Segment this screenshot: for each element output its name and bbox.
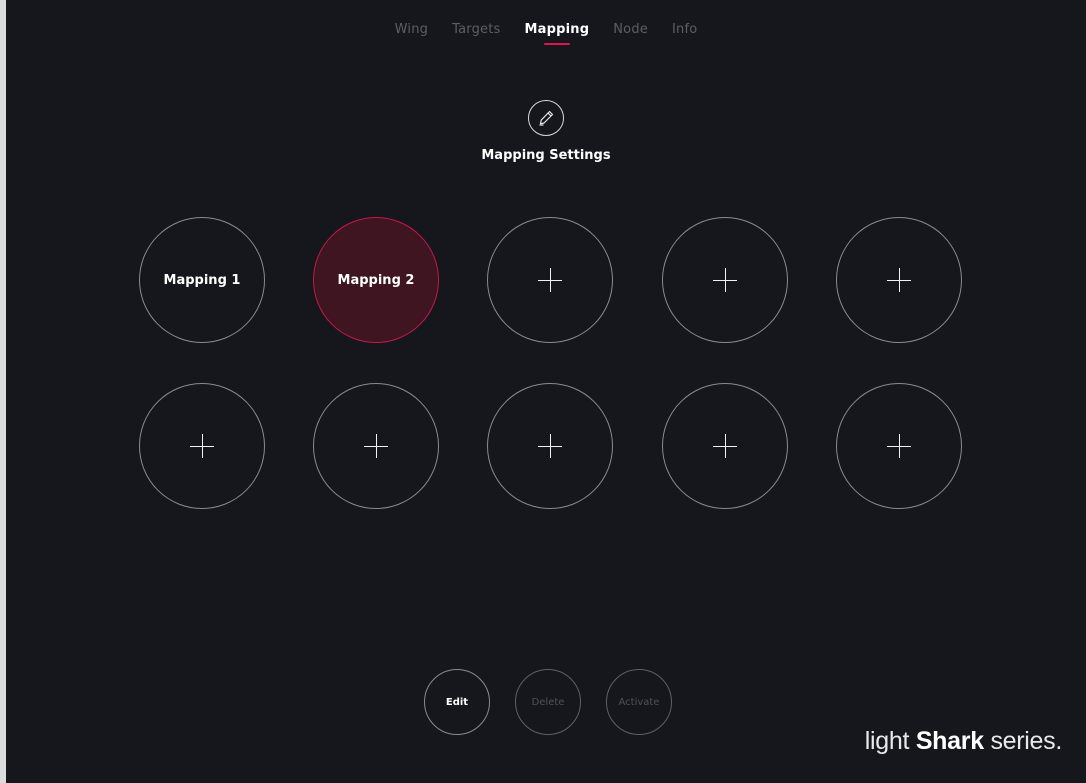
add-mapping-slot-5[interactable] xyxy=(836,217,962,343)
edit-button-label: Edit xyxy=(445,696,469,708)
delete-button[interactable]: Delete xyxy=(515,669,581,735)
tab-node[interactable]: Node xyxy=(613,22,648,43)
tab-wing[interactable]: Wing xyxy=(395,22,428,43)
add-mapping-slot-4[interactable] xyxy=(662,217,788,343)
mapping-slot-label: Mapping 2 xyxy=(337,272,415,288)
add-mapping-slot-8[interactable] xyxy=(487,383,613,509)
mapping-settings-button[interactable]: Mapping Settings xyxy=(6,100,1086,163)
add-mapping-slot-7[interactable] xyxy=(313,383,439,509)
plus-icon xyxy=(364,434,388,458)
tab-mapping-label: Mapping xyxy=(524,22,590,37)
plus-icon xyxy=(190,434,214,458)
brand-word-light: light xyxy=(864,727,910,755)
tab-bar: Wing Targets Mapping Node Info xyxy=(6,22,1086,45)
pencil-icon xyxy=(528,100,564,136)
plus-icon xyxy=(538,434,562,458)
page-title: Mapping Settings xyxy=(481,148,611,163)
add-mapping-slot-6[interactable] xyxy=(139,383,265,509)
add-mapping-slot-10[interactable] xyxy=(836,383,962,509)
mapping-slot-1[interactable]: Mapping 1 xyxy=(139,217,265,343)
tab-info[interactable]: Info xyxy=(672,22,697,43)
mapping-slot-label: Mapping 1 xyxy=(163,272,241,288)
add-mapping-slot-9[interactable] xyxy=(662,383,788,509)
brand-word-series: series. xyxy=(990,727,1062,755)
add-mapping-slot-3[interactable] xyxy=(487,217,613,343)
plus-icon xyxy=(887,268,911,292)
active-tab-indicator xyxy=(543,43,570,45)
plus-icon xyxy=(887,434,911,458)
app-window: Wing Targets Mapping Node Info Mapping S… xyxy=(6,0,1086,783)
delete-button-label: Delete xyxy=(531,696,565,708)
brand-word-shark: Shark xyxy=(915,727,984,755)
plus-icon xyxy=(713,434,737,458)
plus-icon xyxy=(713,268,737,292)
activate-button-label: Activate xyxy=(618,696,660,708)
tab-targets[interactable]: Targets xyxy=(452,22,500,43)
activate-button[interactable]: Activate xyxy=(606,669,672,735)
brand-logo: light Shark series. xyxy=(864,727,1063,756)
edit-button[interactable]: Edit xyxy=(424,669,490,735)
mapping-slot-2[interactable]: Mapping 2 xyxy=(313,217,439,343)
tab-mapping[interactable]: Mapping xyxy=(524,22,590,45)
plus-icon xyxy=(538,268,562,292)
